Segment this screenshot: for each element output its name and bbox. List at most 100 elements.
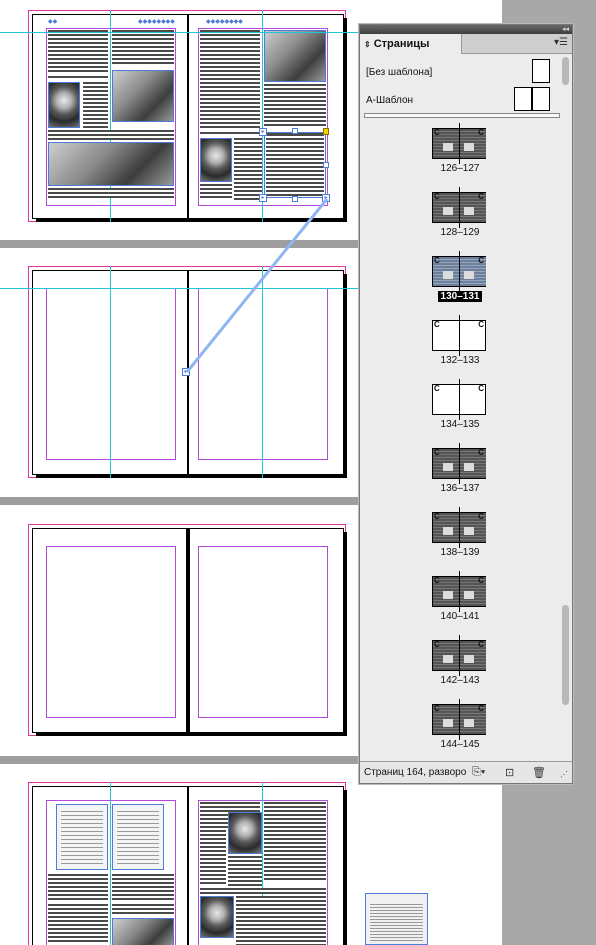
text-frame[interactable]	[112, 874, 174, 900]
panel-menu-icon[interactable]: ▾☰	[554, 37, 568, 48]
photo-frame[interactable]	[48, 82, 80, 128]
spread-thumbnail-item[interactable]: С С 126–127	[360, 121, 560, 181]
resize-handle[interactable]	[292, 128, 298, 134]
text-frame[interactable]	[264, 84, 326, 128]
text-frame[interactable]	[48, 130, 174, 140]
spread-page-label: 140–141	[360, 611, 560, 622]
resize-grip-icon[interactable]: ⋰	[560, 770, 568, 779]
out-port-handle[interactable]: ▸	[322, 194, 330, 202]
text-frame[interactable]	[234, 138, 262, 200]
page-shadow	[344, 790, 347, 945]
text-frame[interactable]	[266, 134, 324, 196]
double-arrow-icon[interactable]: ◂◂	[562, 25, 569, 34]
spine-line	[459, 379, 460, 420]
master-label: [Без шаблона]	[366, 67, 433, 78]
spread-thumbnail-item[interactable]: С С 136–137	[360, 437, 560, 501]
spread-thumbnail[interactable]: СС	[432, 443, 486, 484]
spread-empty[interactable]	[28, 524, 347, 740]
text-frame[interactable]	[200, 184, 232, 200]
spread-thumbnail[interactable]: СС	[432, 379, 486, 420]
panel-titlebar[interactable]: ◂◂	[360, 25, 572, 34]
resize-handle[interactable]	[292, 196, 298, 202]
margin-guide-right	[198, 288, 328, 460]
master-prefix-label: С	[434, 128, 440, 137]
text-frame[interactable]	[236, 896, 326, 945]
text-frame[interactable]	[48, 874, 108, 900]
spread-thumbnail[interactable]: СС	[432, 187, 486, 228]
spread-thumbnail[interactable]: СС	[432, 507, 486, 548]
spread-thumbnail[interactable]: СС	[432, 315, 486, 356]
spread-thumbnail-item[interactable]: С С 144–145	[360, 693, 560, 757]
master-thumbnail[interactable]	[532, 87, 550, 111]
spread-thumbnail[interactable]: СС	[432, 699, 486, 740]
spine-line	[459, 251, 460, 292]
scrollbar-thumb[interactable]	[562, 605, 569, 705]
page-header-mark: ◆◆◆◆◆◆◆◆	[206, 19, 243, 25]
text-frame[interactable]	[83, 82, 108, 128]
photo-frame[interactable]	[228, 812, 262, 854]
spread-thumbnail-item[interactable]: С С 132–133	[360, 309, 560, 373]
spine-line	[459, 507, 460, 548]
spread-content-top[interactable]: ◆◆ ◆◆◆◆◆◆◆◆ ◆◆◆◆◆◆◆◆ ▸ ▸ ▸	[28, 10, 347, 224]
master-thumbnail[interactable]	[532, 59, 550, 83]
document-scan-frame[interactable]	[112, 804, 164, 870]
thumbnail-image	[443, 143, 453, 151]
text-frame[interactable]	[200, 888, 326, 894]
spread-page-label: 126–127	[360, 163, 560, 174]
spread-thumbnail[interactable]: СС	[432, 635, 486, 676]
photo-frame[interactable]	[112, 918, 174, 945]
master-a[interactable]: А-Шаблон	[366, 87, 556, 113]
master-thumbnail[interactable]	[514, 87, 532, 111]
pages-list[interactable]: С С 126–127 С С 128–129 С С 130–131 С С 132–133 С С 13…	[360, 121, 560, 757]
spread-page-label: 132–133	[360, 355, 560, 366]
spread-thumbnail[interactable]: СС	[432, 251, 486, 292]
trash-icon[interactable]: 🗑	[532, 766, 546, 779]
text-frame[interactable]	[200, 30, 260, 130]
scrollbar-thumb[interactable]	[562, 57, 569, 85]
spread-thumbnail-item[interactable]: С С 138–139	[360, 501, 560, 565]
spread-thumbnail-item[interactable]: С С 128–129	[360, 181, 560, 245]
text-frame[interactable]	[228, 856, 262, 886]
document-scan-frame[interactable]	[56, 804, 108, 870]
text-frame[interactable]	[112, 30, 174, 66]
tab-pages[interactable]: ⇕ Страницы	[360, 34, 462, 54]
pages-panel[interactable]: ◂◂ ⇕ Страницы ▾☰ [Без шаблона] А-Шаблон С…	[359, 24, 573, 784]
text-frame[interactable]	[264, 802, 326, 882]
spread-empty-guides[interactable]: ▸	[28, 266, 347, 482]
spread-content-bottom[interactable]	[28, 782, 347, 945]
text-frame[interactable]	[48, 30, 108, 74]
panel-scrollbar[interactable]	[560, 55, 572, 755]
spread-thumbnail[interactable]: СС	[432, 571, 486, 612]
resize-handle[interactable]	[323, 162, 329, 168]
in-port-handle[interactable]: ▸	[259, 194, 267, 202]
pasteboard-image[interactable]	[365, 893, 428, 945]
spread-page-numbers: 128–129	[440, 227, 480, 238]
spread-thumbnail-item[interactable]: С С 134–135	[360, 373, 560, 437]
text-frame[interactable]	[48, 904, 108, 944]
new-page-icon[interactable]: ⊡	[505, 766, 514, 779]
edit-page-size-icon[interactable]: ⎘▾	[472, 766, 485, 779]
text-frame[interactable]	[200, 830, 226, 886]
lock-icon[interactable]	[323, 128, 329, 135]
text-frame[interactable]	[112, 904, 174, 916]
panel-divider[interactable]	[364, 113, 560, 118]
photo-frame[interactable]	[200, 896, 234, 938]
masters-section: [Без шаблона] А-Шаблон	[360, 55, 560, 113]
master-none[interactable]: [Без шаблона]	[366, 59, 556, 85]
master-prefix-label: С	[434, 512, 440, 521]
spread-thumbnail-item[interactable]: С С 140–141	[360, 565, 560, 629]
spread-thumbnail-item[interactable]: С С 142–143	[360, 629, 560, 693]
spine-line	[459, 187, 460, 228]
spread-thumbnail[interactable]: СС	[432, 123, 486, 164]
in-port-handle[interactable]: ▸	[259, 128, 267, 136]
text-frame[interactable]	[48, 76, 108, 80]
photo-frame[interactable]	[200, 138, 232, 182]
master-label: А-Шаблон	[366, 95, 414, 106]
photo-frame[interactable]	[264, 30, 326, 82]
in-port-handle[interactable]: ▸	[182, 368, 190, 376]
spread-thumbnail-item[interactable]: С С 130–131	[360, 245, 560, 309]
photo-frame[interactable]	[48, 142, 174, 186]
photo-frame[interactable]	[112, 70, 174, 122]
spread-page-label: 144–145	[360, 739, 560, 750]
text-frame[interactable]	[48, 188, 174, 198]
